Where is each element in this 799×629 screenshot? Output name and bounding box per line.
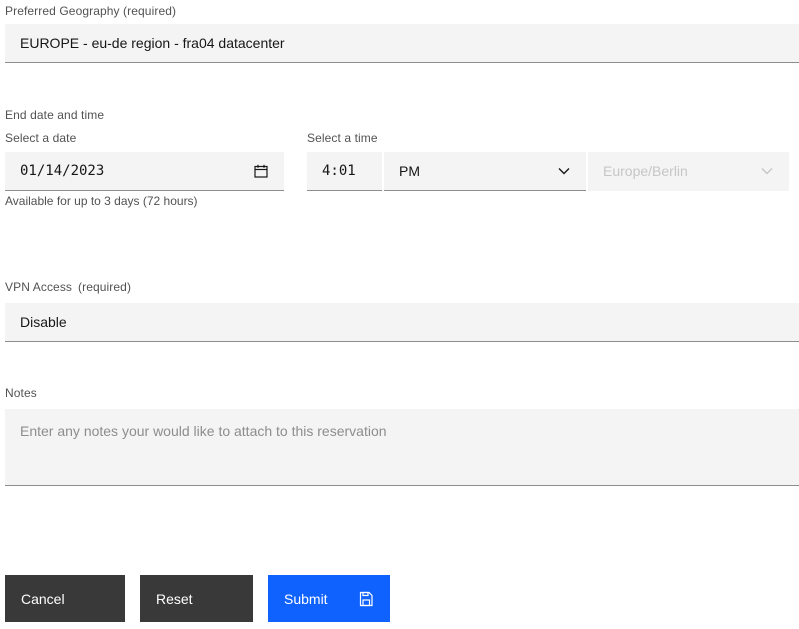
- date-label: Select a date: [5, 131, 77, 145]
- timezone-select: Europe/Berlin: [588, 152, 789, 191]
- vpn-required-text: (required): [78, 280, 132, 294]
- date-input[interactable]: 01/14/2023: [5, 152, 284, 191]
- notes-label: Notes: [5, 386, 37, 400]
- vpn-select[interactable]: Disable: [5, 303, 799, 342]
- vpn-label: VPN Access (required): [5, 280, 131, 294]
- cancel-button-label: Cancel: [21, 590, 65, 607]
- chevron-down-icon: [761, 168, 773, 175]
- timezone-value: Europe/Berlin: [603, 163, 688, 179]
- reset-button-label: Reset: [156, 590, 193, 607]
- chevron-down-icon: [558, 168, 570, 175]
- reservation-form: Preferred Geography (required) EUROPE - …: [0, 0, 799, 629]
- notes-placeholder: Enter any notes your would like to attac…: [20, 423, 387, 439]
- time-input[interactable]: 4:01: [307, 152, 382, 191]
- end-date-time-label: End date and time: [5, 108, 105, 122]
- geography-label: Preferred Geography (required): [5, 4, 177, 18]
- submit-button-label: Submit: [284, 590, 328, 607]
- calendar-icon[interactable]: [254, 164, 268, 178]
- vpn-label-text: VPN Access: [5, 280, 73, 294]
- vpn-value: Disable: [20, 314, 67, 330]
- notes-textarea[interactable]: Enter any notes your would like to attac…: [5, 409, 799, 486]
- time-label: Select a time: [307, 131, 378, 145]
- save-icon: [359, 591, 373, 606]
- date-helper-text: Available for up to 3 days (72 hours): [5, 194, 198, 208]
- cancel-button[interactable]: Cancel: [5, 575, 125, 622]
- submit-button[interactable]: Submit: [268, 575, 390, 622]
- geography-value: EUROPE - eu-de region - fra04 datacenter: [20, 35, 285, 51]
- date-value: 01/14/2023: [20, 163, 105, 179]
- period-select[interactable]: PM: [384, 152, 586, 191]
- reset-button[interactable]: Reset: [140, 575, 253, 622]
- geography-select[interactable]: EUROPE - eu-de region - fra04 datacenter: [5, 24, 799, 63]
- time-value: 4:01: [322, 163, 356, 179]
- period-value: PM: [399, 163, 420, 179]
